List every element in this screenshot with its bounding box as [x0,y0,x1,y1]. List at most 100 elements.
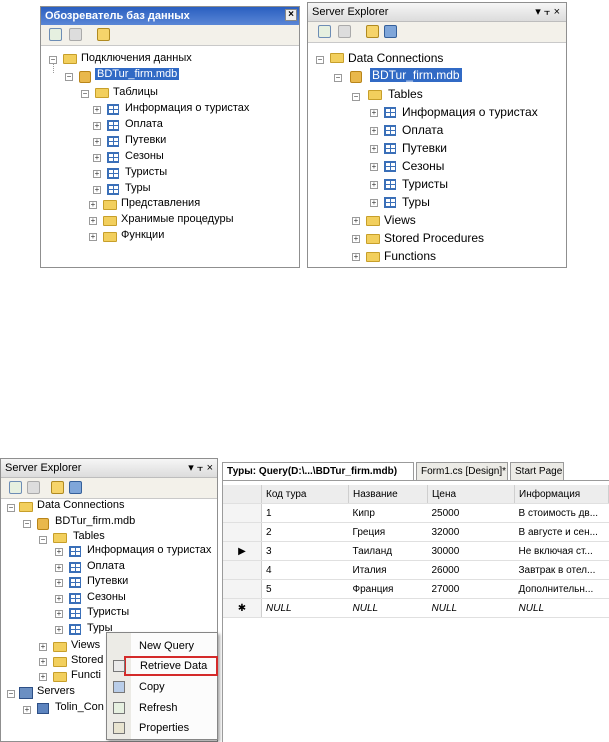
expand-icon[interactable]: + [93,106,101,114]
connect-server-icon[interactable] [384,25,397,38]
tree-table-label[interactable]: Туристы [402,177,448,191]
tree-table-label[interactable]: Оплата [87,560,125,572]
window-controls-icon[interactable]: ▾ ⫟ × [535,3,560,21]
grid-cell[interactable]: 32000 [427,522,515,542]
column-header[interactable]: Название [348,485,428,504]
current-row-marker-icon[interactable]: ▶ [223,541,262,561]
collapse-icon[interactable]: − [352,93,360,101]
tree-folder-label[interactable]: Functi [71,669,101,681]
tree-folder-label[interactable]: Представления [121,197,200,209]
tree-folder-label[interactable]: Stored [71,654,103,666]
collapse-icon[interactable]: − [39,536,47,544]
column-header[interactable]: Код тура [261,485,349,504]
grid-cell[interactable]: В августе и сен... [514,522,609,542]
collapse-icon[interactable]: − [7,690,15,698]
tree-table-label[interactable]: Информация о туристах [402,105,538,119]
tree-folder-label[interactable]: Functions [384,249,436,263]
tree-db-label[interactable]: BDTur_firm.mdb [95,68,180,80]
tab-query[interactable]: Туры: Query(D:\...\BDTur_firm.mdb) [222,462,414,480]
connect-database-icon[interactable] [97,28,110,41]
table-row[interactable]: 5 Франция 27000 Дополнительн... [223,579,609,599]
expand-icon[interactable]: + [93,154,101,162]
grid-cell[interactable]: Кипр [348,503,428,523]
tree-table-label[interactable]: Сезоны [87,591,126,603]
expand-icon[interactable]: + [89,201,97,209]
tree-folder-label[interactable]: Функции [121,229,164,241]
grid-cell-null[interactable]: NULL [261,598,349,618]
expand-icon[interactable]: + [352,217,360,225]
table-row[interactable]: 1 Кипр 25000 В стоимость дв... [223,503,609,523]
window-controls-icon[interactable]: ▾ ⫟ × [188,459,213,477]
table-row[interactable]: 2 Греция 32000 В августе и сен... [223,522,609,542]
stop-icon[interactable] [69,28,82,41]
expand-icon[interactable]: + [55,579,63,587]
expand-icon[interactable]: + [39,658,47,666]
grid-cell-null[interactable]: NULL [427,598,515,618]
expand-icon[interactable]: + [55,610,63,618]
tree-table-label[interactable]: Путевки [125,134,166,146]
collapse-icon[interactable]: − [334,74,342,82]
new-row[interactable]: ✱ NULL NULL NULL NULL [223,598,609,618]
expand-icon[interactable]: + [55,548,63,556]
expand-icon[interactable]: + [93,186,101,194]
refresh-icon[interactable] [9,481,22,494]
refresh-icon[interactable] [318,25,331,38]
tree-folder-label[interactable]: Хранимые процедуры [121,213,234,225]
tab-start-page[interactable]: Start Page [510,462,564,480]
properties-menu-item[interactable]: Properties [107,718,217,738]
collapse-icon[interactable]: − [316,56,324,64]
tree-table-label[interactable]: Оплата [125,118,163,130]
tree-servers-label[interactable]: Servers [37,685,75,697]
tree-folder-label[interactable]: Stored Procedures [384,231,484,245]
expand-icon[interactable]: + [23,706,31,714]
grid-cell[interactable]: Италия [348,560,428,580]
tree-tables-label[interactable]: Tables [388,87,423,101]
tree-table-label[interactable]: Информация о туристах [125,102,249,114]
tree-table-label[interactable]: Информация о туристах [87,544,211,556]
table-row[interactable]: 4 Италия 26000 Завтрак в отел... [223,560,609,580]
expand-icon[interactable]: + [55,594,63,603]
expand-icon[interactable]: + [89,217,97,225]
tree-table-label[interactable]: Туристы [87,606,129,618]
expand-icon[interactable]: + [352,235,360,243]
tree-folder-label[interactable]: Views [71,639,100,651]
tree-table-label[interactable]: Сезоны [125,150,164,162]
grid-cell-null[interactable]: NULL [514,598,609,618]
collapse-icon[interactable]: − [23,520,31,528]
collapse-icon[interactable]: − [81,90,89,98]
grid-cell[interactable]: 27000 [427,579,515,599]
connect-server-icon[interactable] [69,481,82,494]
tree-table-label[interactable]: Оплата [402,123,443,137]
connect-database-icon[interactable] [366,25,379,38]
grid-cell[interactable]: 25000 [427,503,515,523]
tree-table-label[interactable]: Путевки [87,575,128,587]
grid-cell[interactable]: Франция [348,579,428,599]
grid-cell[interactable]: В стоимость дв... [514,503,609,523]
close-icon[interactable]: × [285,9,297,21]
grid-cell[interactable]: 4 [261,560,349,580]
retrieve-data-menu-item[interactable]: Retrieve Data [113,656,218,676]
collapse-icon[interactable]: − [49,56,57,64]
tree-folder-label[interactable]: Views [384,213,416,227]
tree-root-label[interactable]: Подключения данных [81,52,192,64]
tab-form1-design[interactable]: Form1.cs [Design]* [416,462,508,480]
grid-cell[interactable]: 26000 [427,560,515,580]
expand-icon[interactable]: + [370,145,378,153]
tree-root-label[interactable]: Data Connections [37,499,124,511]
grid-cell[interactable]: 1 [261,503,349,523]
refresh-icon[interactable] [49,28,62,41]
row-header[interactable] [223,560,262,580]
column-header[interactable]: Информация [514,485,609,504]
expand-icon[interactable]: + [93,170,101,178]
grid-cell[interactable]: 30000 [427,541,515,561]
grid-cell[interactable]: Таиланд [348,541,428,561]
grid-cell[interactable]: 2 [261,522,349,542]
expand-icon[interactable]: + [352,253,360,261]
new-query-menu-item[interactable]: New Query [107,636,217,656]
expand-icon[interactable]: + [93,122,101,130]
tree-tables-label[interactable]: Tables [73,530,105,542]
tree-tables-label[interactable]: Таблицы [113,86,158,98]
grid-cell[interactable]: 3 [261,541,349,561]
grid-cell-null[interactable]: NULL [348,598,428,618]
tree-table-label[interactable]: Туристы [125,166,167,178]
